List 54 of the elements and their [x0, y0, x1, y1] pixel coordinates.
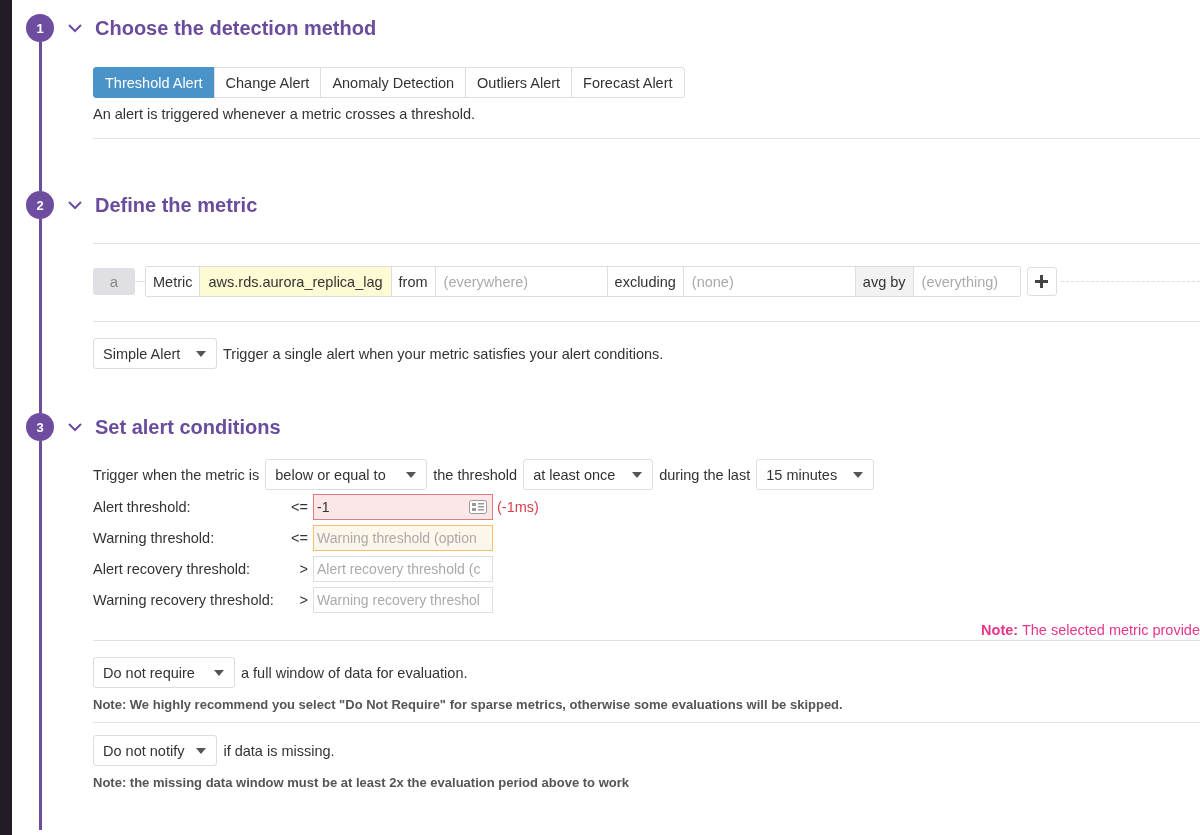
caret-icon: [196, 747, 207, 754]
operator-label: >: [298, 592, 309, 608]
dropdown[interactable]: 15 minutes: [756, 459, 875, 490]
dropdown[interactable]: Do not notify: [93, 735, 218, 766]
threshold-field[interactable]: Warning threshold (option: [313, 525, 493, 551]
threshold-hint: (-1ms): [497, 499, 539, 515]
step-number: 1: [26, 14, 54, 42]
operator-label: >: [298, 561, 309, 577]
metric-note: Note: The selected metric provide: [980, 621, 1200, 639]
dropdown[interactable]: Do not require: [93, 657, 235, 688]
detection-tab[interactable]: Forecast Alert: [571, 67, 685, 98]
dropdown[interactable]: Simple Alert: [93, 338, 217, 369]
threshold-field[interactable]: -1: [313, 494, 493, 520]
threshold-label: Alert recovery threshold:: [93, 561, 252, 577]
chevron-icon[interactable]: [68, 422, 82, 432]
operator-label: <=: [290, 530, 309, 546]
alert-type-description: Trigger a single alert when your metric satisfies your alert conditions.: [223, 345, 664, 362]
add-query-button[interactable]: [1026, 267, 1057, 296]
step-number: 2: [26, 191, 54, 219]
chevron-icon[interactable]: [68, 200, 82, 210]
step-title: Choose the detection method: [95, 16, 377, 40]
chevron-icon[interactable]: [68, 23, 82, 33]
step-title: Define the metric: [95, 193, 258, 217]
trigger-label: during the last: [659, 466, 751, 483]
detection-tab[interactable]: Anomaly Detection: [320, 67, 467, 98]
full-window-note: Note: We highly recommend you select "Do Not Require" for sparse metrics, otherwise some evaluations will be skipped.: [93, 697, 843, 712]
metric-name[interactable]: aws.rds.aurora_replica_lag: [199, 267, 391, 296]
caret-icon: [406, 471, 417, 478]
detection-tab[interactable]: Change Alert: [213, 67, 322, 98]
full-window-text: a full window of data for evaluation.: [241, 664, 468, 681]
operator-label: <=: [290, 499, 309, 515]
caret-icon: [632, 471, 643, 478]
dropdown[interactable]: below or equal to: [265, 459, 428, 490]
missing-data-text: if data is missing.: [223, 742, 335, 759]
step-number: 3: [26, 413, 54, 441]
threshold-label: Warning recovery threshold:: [93, 592, 275, 608]
threshold-label: Warning threshold:: [93, 530, 216, 546]
query-segment-label: avg by: [854, 267, 913, 296]
caret-icon: [214, 669, 224, 676]
trigger-label: the threshold: [433, 466, 518, 483]
caret-icon: [196, 350, 206, 357]
plus-icon: [1035, 275, 1049, 288]
threshold-field[interactable]: Warning recovery threshol: [313, 587, 493, 613]
trigger-label: Trigger when the metric is: [93, 466, 260, 483]
missing-data-note: Note: the missing data window must be at least 2x the evaluation period above to work: [93, 775, 629, 790]
threshold-label: Alert threshold:: [93, 499, 192, 515]
caret-icon: [853, 471, 864, 478]
threshold-field[interactable]: Alert recovery threshold (c: [313, 556, 493, 582]
step-title: Set alert conditions: [95, 415, 281, 439]
dropdown[interactable]: at least once: [523, 459, 654, 490]
calculator-icon[interactable]: [469, 500, 487, 514]
detection-tab[interactable]: Outliers Alert: [465, 67, 573, 98]
query-label: a: [93, 268, 135, 295]
method-description: An alert is triggered whenever a metric crosses a threshold.: [93, 106, 475, 122]
